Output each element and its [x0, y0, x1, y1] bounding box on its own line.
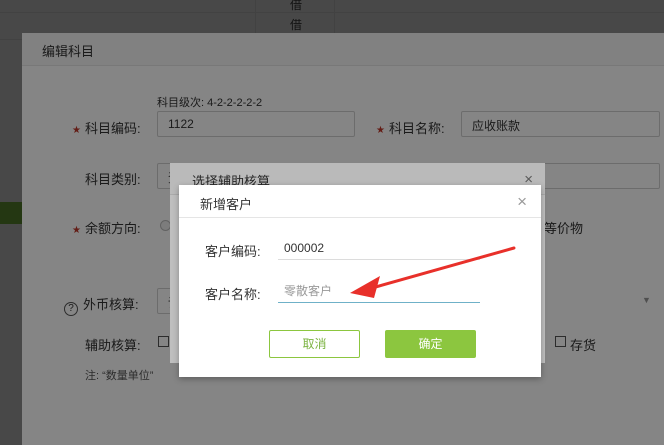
add-customer-title: 新增客户: [179, 185, 541, 218]
confirm-button[interactable]: 确定: [385, 330, 476, 358]
customer-name-label: 客户名称:: [205, 287, 261, 302]
close-icon[interactable]: ×: [517, 192, 527, 212]
cancel-button[interactable]: 取消: [269, 330, 360, 358]
customer-code-input[interactable]: [278, 236, 480, 260]
customer-name-input[interactable]: [278, 279, 480, 303]
customer-code-label: 客户编码:: [205, 244, 261, 259]
add-customer-dialog: 新增客户 × 客户编码: 客户名称: 取消 确定: [179, 185, 541, 377]
